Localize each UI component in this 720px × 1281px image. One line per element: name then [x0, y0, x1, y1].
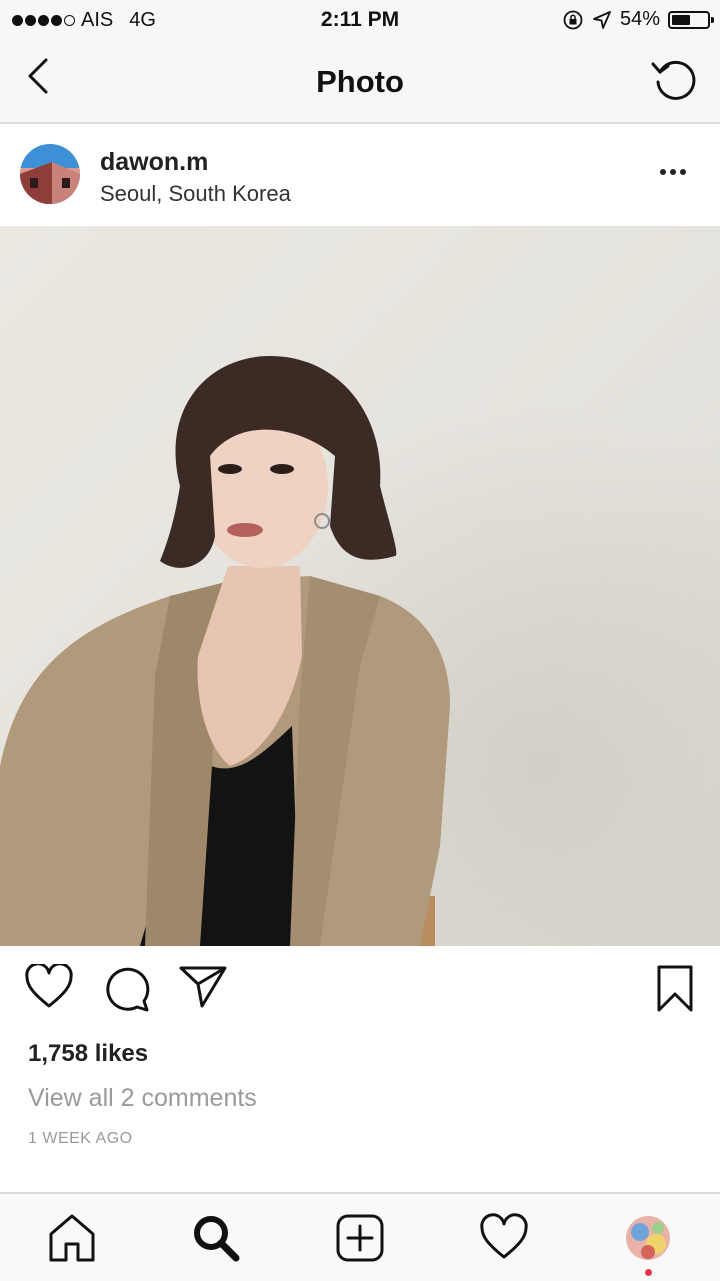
post-actions	[0, 946, 720, 1036]
comment-button[interactable]	[102, 964, 152, 1019]
tab-home[interactable]	[46, 1212, 98, 1264]
post-header: dawon.m Seoul, South Korea	[0, 126, 720, 226]
tab-new-post[interactable]	[334, 1212, 386, 1264]
like-button[interactable]	[24, 962, 74, 1015]
battery-icon	[668, 10, 714, 29]
battery-percent: 54%	[619, 8, 660, 30]
navigation-bar: Photo	[0, 40, 720, 124]
tab-search[interactable]	[190, 1212, 242, 1264]
page-title: Photo	[316, 64, 404, 99]
avatar-image	[20, 144, 80, 204]
refresh-button[interactable]	[650, 54, 700, 104]
more-dot-icon	[670, 169, 676, 175]
more-dot-icon	[680, 169, 686, 175]
add-post-icon	[336, 1214, 384, 1262]
post-photo-image	[0, 226, 720, 946]
post-photo[interactable]	[0, 226, 720, 946]
bookmark-icon	[657, 965, 693, 1012]
post-username[interactable]: dawon.m	[100, 148, 208, 177]
likes-count[interactable]: 1,758 likes	[28, 1040, 148, 1068]
refresh-icon	[651, 60, 696, 100]
tab-activity[interactable]	[478, 1212, 530, 1264]
home-icon	[49, 1214, 95, 1262]
search-icon	[194, 1216, 240, 1262]
direct-send-icon	[179, 966, 227, 1008]
avatar[interactable]	[20, 144, 80, 204]
heart-icon	[25, 962, 73, 1008]
status-right: 54%	[562, 8, 714, 31]
tab-profile[interactable]	[626, 1216, 670, 1260]
more-dot-icon	[660, 169, 666, 175]
post-location[interactable]: Seoul, South Korea	[100, 181, 291, 207]
more-options-button[interactable]	[660, 164, 694, 180]
orientation-lock-icon	[563, 10, 583, 29]
notification-dot	[645, 1269, 652, 1276]
activity-heart-icon	[480, 1213, 528, 1259]
comment-icon	[106, 967, 150, 1012]
save-button[interactable]	[656, 964, 694, 1019]
post-timestamp: 1 WEEK AGO	[28, 1130, 133, 1147]
view-comments-link[interactable]: View all 2 comments	[28, 1084, 257, 1113]
bottom-tab-bar	[0, 1192, 720, 1281]
battery-fill	[672, 14, 690, 25]
profile-avatar	[626, 1216, 670, 1260]
status-bar: AIS 4G 2:11 PM 54%	[0, 0, 720, 40]
share-button[interactable]	[178, 964, 228, 1015]
location-arrow-icon	[593, 10, 611, 29]
